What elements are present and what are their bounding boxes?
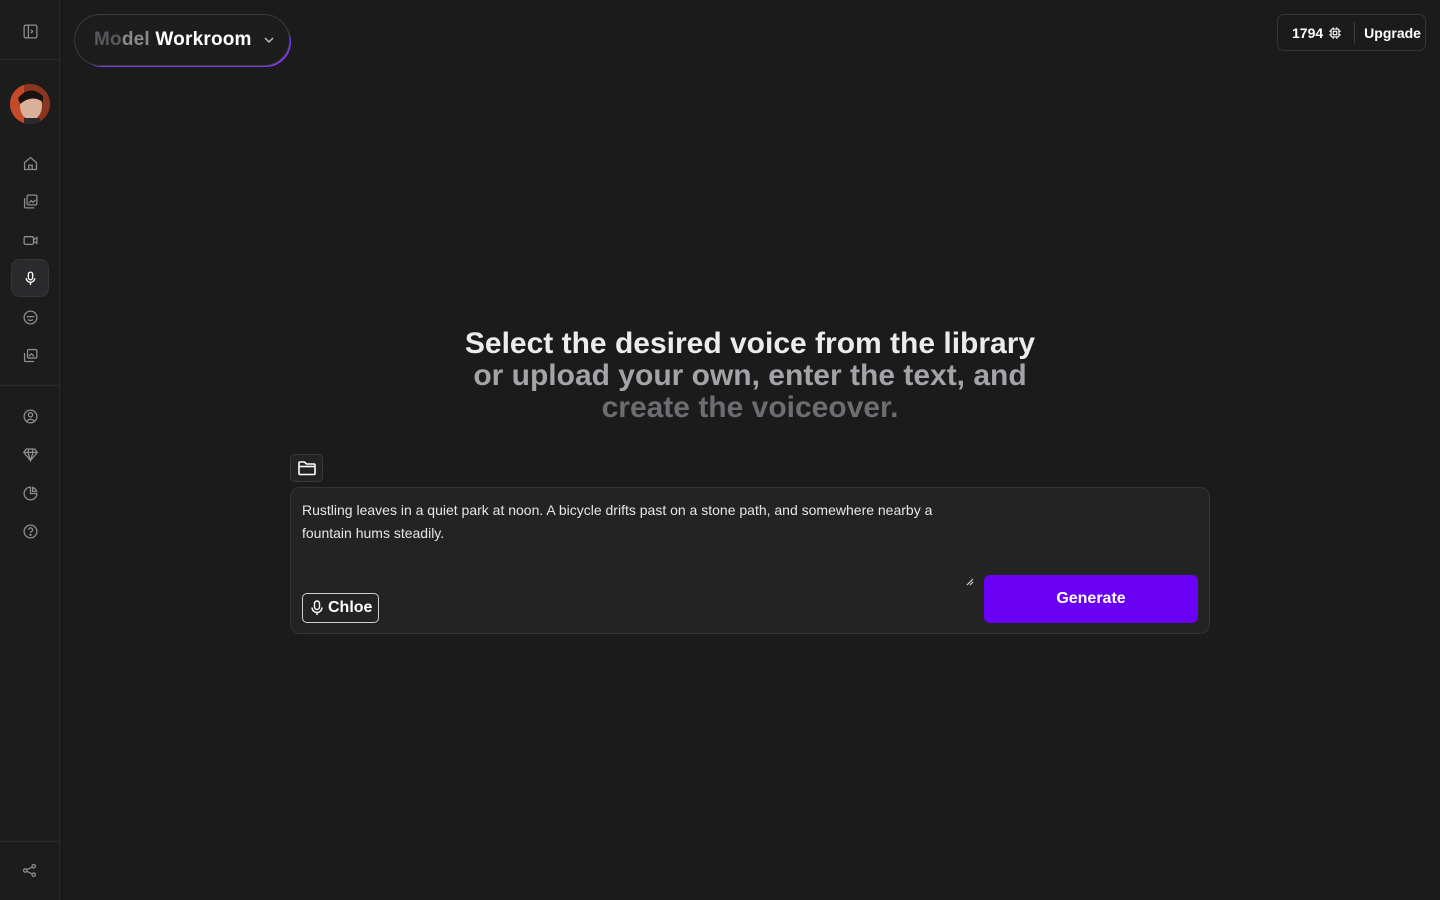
microphone-icon (311, 600, 323, 615)
sidebar (0, 0, 60, 900)
upload-folder-button[interactable] (290, 454, 323, 482)
sidebar-toggle-icon (22, 23, 38, 39)
user-circle-icon (22, 408, 38, 424)
generate-button[interactable]: Generate (984, 575, 1198, 623)
share-icon (22, 863, 36, 877)
upgrade-button[interactable]: Upgrade (1355, 25, 1421, 41)
sidebar-divider (0, 841, 59, 842)
pie-chart-icon (22, 485, 38, 501)
page-headline: Select the desired voice from the librar… (400, 328, 1100, 424)
voice-select-button[interactable]: Chloe (302, 593, 380, 623)
sidebar-item-share[interactable] (10, 851, 48, 889)
sidebar-item-voice[interactable] (11, 259, 49, 297)
sidebar-item-characters[interactable] (11, 298, 49, 336)
image-gallery-icon (23, 193, 38, 209)
diamond-icon (22, 447, 38, 463)
model-selector-dropdown[interactable]: Model Workroom (74, 14, 290, 66)
home-icon (23, 156, 37, 170)
sidebar-item-help[interactable] (11, 512, 49, 550)
sidebar-item-home[interactable] (11, 144, 49, 182)
avatar[interactable] (10, 84, 50, 124)
video-camera-icon (22, 235, 38, 245)
model-selector-label: Model Workroom (94, 29, 252, 50)
help-circle-icon (22, 523, 38, 539)
resize-handle-icon[interactable] (966, 578, 974, 586)
text-composer: Rustling leaves in a quiet park at noon.… (290, 487, 1210, 634)
voiceover-text-input[interactable]: Rustling leaves in a quiet park at noon.… (302, 499, 982, 545)
sidebar-item-video[interactable] (11, 221, 49, 259)
sidebar-item-account[interactable] (11, 397, 49, 435)
sidebar-item-usage[interactable] (11, 474, 49, 512)
sidebar-divider (0, 385, 59, 386)
credits-count[interactable]: 1794 (1278, 15, 1354, 50)
headline-line-2: or upload your own, enter the text, and (473, 359, 1027, 392)
sidebar-item-library[interactable] (11, 336, 49, 374)
credits-panel: 1794 Upgrade (1277, 14, 1426, 51)
sidebar-item-pricing[interactable] (11, 435, 49, 473)
voice-name: Chloe (328, 599, 373, 616)
stacked-images-icon (23, 348, 38, 362)
headline-line-3: create the voiceover. (601, 391, 899, 424)
microphone-icon (25, 270, 35, 285)
folder-icon (297, 461, 316, 476)
chevron-down-icon (264, 37, 274, 44)
sidebar-divider (0, 59, 59, 60)
sidebar-toggle-button[interactable] (11, 12, 49, 50)
chip-icon (1329, 26, 1341, 39)
sidebar-item-images[interactable] (11, 182, 49, 220)
headline-line-1: Select the desired voice from the librar… (464, 327, 1036, 360)
face-icon (22, 309, 38, 325)
